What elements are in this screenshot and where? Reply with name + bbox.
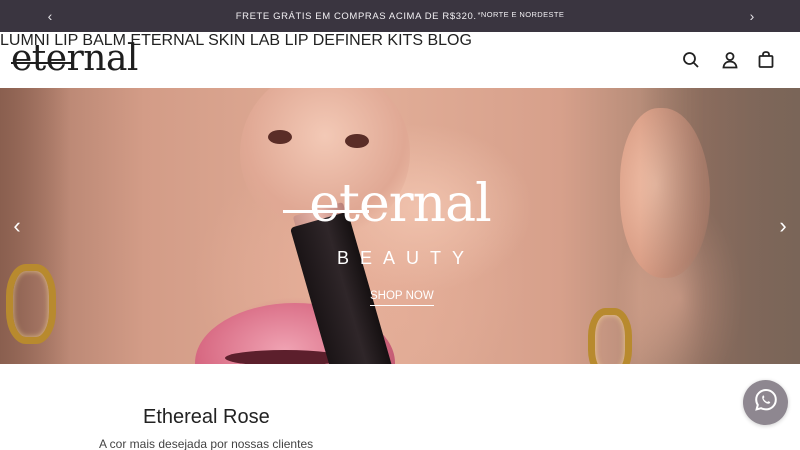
chevron-right-icon: › (779, 213, 787, 238)
nav-item-eternal-skin-lab[interactable]: ETERNAL SKIN LAB (130, 32, 280, 49)
hero-prev-button[interactable]: ‹ (5, 212, 29, 240)
bag-icon[interactable] (756, 50, 776, 70)
whatsapp-button[interactable] (743, 380, 788, 425)
search-icon[interactable] (681, 50, 701, 70)
nav-item-lip-definer[interactable]: LIP DEFINER (285, 32, 383, 49)
nav-item-kits[interactable]: KITS (387, 32, 423, 49)
announcement-text: FRETE GRÁTIS EM COMPRAS ACIMA DE R$320. (235, 10, 477, 22)
hero-subtitle: BEAUTY (336, 248, 476, 268)
logo-strike-line (11, 62, 73, 64)
hero-image-nostril-right (345, 134, 369, 148)
hero-next-button[interactable]: › (771, 212, 795, 240)
announcement-bar: ‹ FRETE GRÁTIS EM COMPRAS ACIMA DE R$320… (0, 0, 800, 32)
announcement-suffix: *NORTE E NORDESTE (477, 9, 565, 19)
hero-image-earring-left (6, 264, 56, 344)
product-subtitle: A cor mais desejada por nossas clientes (99, 437, 314, 450)
site-header: eternal LUMNI LIP BALM ETERNAL SKIN LAB … (0, 32, 800, 88)
announcement-message: FRETE GRÁTIS EM COMPRAS ACIMA DE R$320. *… (0, 0, 800, 32)
hero-logo: eternal (309, 174, 491, 234)
chevron-left-icon: ‹ (13, 213, 21, 238)
brand-logo-text: eternal (11, 38, 138, 79)
hero-banner[interactable]: eternal BEAUTY SHOP NOW ‹ › (0, 88, 800, 364)
announcement-next-button[interactable]: › (736, 0, 768, 32)
shop-now-link[interactable]: SHOP NOW (370, 290, 434, 306)
chevron-right-icon: › (749, 8, 755, 24)
hero-image-earring-right (588, 308, 632, 364)
whatsapp-icon (753, 387, 779, 418)
hero-image-nostril-left (268, 130, 292, 144)
brand-logo[interactable]: eternal (11, 38, 138, 79)
nav-item-blog[interactable]: BLOG (427, 32, 471, 49)
hero-logo-strike-line (283, 210, 369, 213)
product-title: Ethereal Rose (143, 406, 270, 428)
user-icon[interactable] (720, 50, 740, 70)
